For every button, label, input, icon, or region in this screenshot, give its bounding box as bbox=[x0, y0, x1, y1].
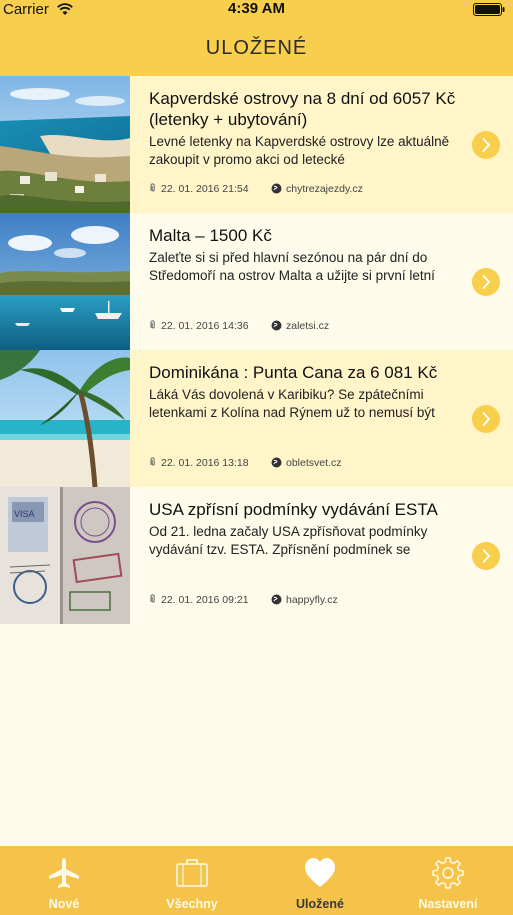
article-date: 22. 01. 2016 14:36 bbox=[161, 320, 249, 332]
article-source[interactable]: happyfly.cz bbox=[286, 594, 338, 606]
open-article-button[interactable] bbox=[472, 405, 500, 433]
open-article-button[interactable] bbox=[472, 268, 500, 296]
svg-text:VISA: VISA bbox=[14, 509, 35, 519]
palm-beach-photo bbox=[0, 350, 130, 487]
airplane-icon bbox=[49, 858, 79, 888]
tab-label: Všechny bbox=[166, 897, 218, 911]
tab-all[interactable]: Všechny bbox=[128, 846, 256, 915]
page-title: ULOŽENÉ bbox=[205, 37, 308, 59]
chevron-right-icon bbox=[482, 138, 491, 152]
navigation-bar: ULOŽENÉ bbox=[0, 20, 513, 76]
article-row[interactable]: VISA USA zpřísní podmínky vydávání ESTA … bbox=[0, 487, 513, 624]
paperclip-icon bbox=[150, 183, 155, 192]
gear-icon bbox=[432, 857, 464, 889]
paperclip-icon bbox=[150, 457, 155, 466]
article-source[interactable]: zaletsi.cz bbox=[286, 320, 329, 332]
article-date: 22. 01. 2016 21:54 bbox=[161, 183, 249, 195]
article-row[interactable]: Dominikána : Punta Cana za 6 081 Kč Láká… bbox=[0, 350, 513, 487]
article-description: Od 21. ledna začaly USA zpřísňovat podmí… bbox=[149, 524, 428, 557]
status-bar: Carrier 4:39 AM bbox=[0, 0, 513, 20]
coastal-town-photo bbox=[0, 76, 130, 213]
globe-icon bbox=[271, 183, 282, 194]
article-description: Levné letenky na Kapverdské ostrovy lze … bbox=[149, 134, 450, 167]
article-source[interactable]: obletsvet.cz bbox=[286, 457, 341, 469]
article-meta: 22. 01. 2016 21:54 chytrezajezdy.cz bbox=[149, 183, 363, 197]
status-time: 4:39 AM bbox=[228, 0, 285, 17]
harbor-boats-photo bbox=[0, 213, 130, 350]
article-meta: 22. 01. 2016 09:21 happyfly.cz bbox=[149, 594, 338, 608]
article-source[interactable]: chytrezajezdy.cz bbox=[286, 183, 363, 195]
tab-settings[interactable]: Nastavení bbox=[384, 846, 512, 915]
article-date: 22. 01. 2016 13:18 bbox=[161, 457, 249, 469]
paperclip-icon bbox=[150, 594, 155, 603]
article-title: Kapverdské ostrovy na 8 dní od 6057 Kč (… bbox=[149, 89, 456, 129]
passport-stamps-photo: VISA bbox=[0, 487, 130, 624]
suitcase-icon bbox=[176, 859, 208, 887]
tab-label: Uložené bbox=[296, 897, 344, 911]
tab-label: Nastavení bbox=[418, 897, 478, 911]
tab-new[interactable]: Nové bbox=[0, 846, 128, 915]
article-date: 22. 01. 2016 09:21 bbox=[161, 594, 249, 606]
battery-icon bbox=[473, 3, 505, 16]
globe-icon bbox=[271, 594, 282, 605]
chevron-right-icon bbox=[482, 412, 491, 426]
tab-saved[interactable]: Uložené bbox=[256, 846, 384, 915]
article-meta: 22. 01. 2016 14:36 zaletsi.cz bbox=[149, 320, 329, 334]
chevron-right-icon bbox=[482, 275, 491, 289]
tab-bar: Nové Všechny Uložené Nastavení bbox=[0, 846, 513, 915]
article-description: Láká Vás dovolená v Karibiku? Se zpátečn… bbox=[149, 387, 435, 420]
paperclip-icon bbox=[150, 320, 155, 329]
article-row[interactable]: Kapverdské ostrovy na 8 dní od 6057 Kč (… bbox=[0, 76, 513, 213]
article-title: Malta – 1500 Kč bbox=[149, 226, 272, 245]
globe-icon bbox=[271, 457, 282, 468]
open-article-button[interactable] bbox=[472, 131, 500, 159]
chevron-right-icon bbox=[482, 549, 491, 563]
tab-label: Nové bbox=[48, 897, 80, 911]
article-meta: 22. 01. 2016 13:18 obletsvet.cz bbox=[149, 457, 341, 471]
article-description: Zaleťte si si před hlavní sezónou na pár… bbox=[149, 250, 435, 283]
globe-icon bbox=[271, 320, 282, 331]
heart-icon bbox=[305, 858, 335, 887]
article-title: Dominikána : Punta Cana za 6 081 Kč bbox=[149, 363, 438, 382]
saved-articles-list: Kapverdské ostrovy na 8 dní od 6057 Kč (… bbox=[0, 76, 513, 624]
article-title: USA zpřísní podmínky vydávání ESTA bbox=[149, 500, 438, 519]
article-row[interactable]: Malta – 1500 Kč Zaleťte si si před hlavn… bbox=[0, 213, 513, 350]
open-article-button[interactable] bbox=[472, 542, 500, 570]
